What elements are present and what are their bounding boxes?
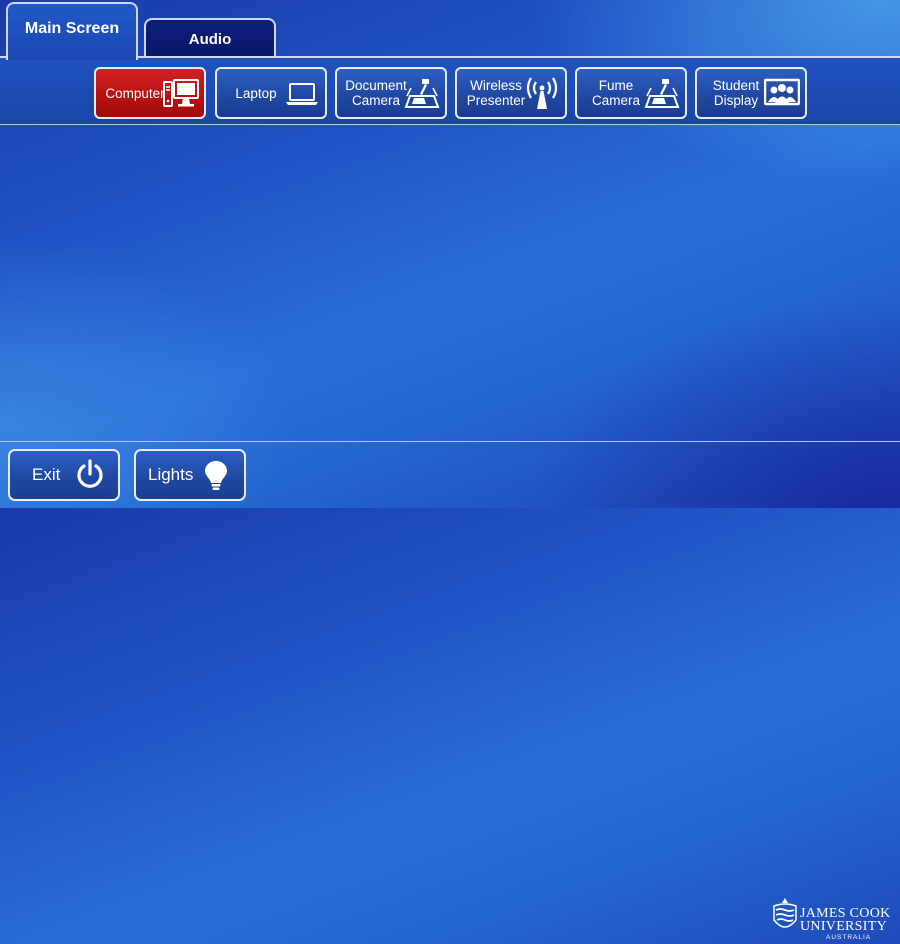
source-computer-label: Computer (105, 85, 165, 101)
lights-button[interactable]: Lights (134, 449, 246, 501)
fume-camera-icon (644, 76, 680, 112)
university-logo: JAMES COOK UNIVERSITY AUSTRALIA (770, 894, 890, 944)
bottom-bar: Exit Lights JAMES COOK UNIVERSITY AUSTRA… (0, 441, 900, 941)
source-bar: Computer Laptop Document Camera Wireless… (0, 58, 900, 125)
source-wireless-presenter-button[interactable]: Wireless Presenter (455, 67, 567, 119)
crest-icon (772, 898, 798, 934)
source-laptop-label: Laptop (235, 85, 277, 101)
tab-audio-label: Audio (188, 30, 232, 48)
power-icon (74, 459, 106, 491)
tab-main-screen-label: Main Screen (24, 20, 120, 37)
source-student-display-button[interactable]: Student Display (695, 67, 807, 119)
lightbulb-icon (200, 459, 232, 491)
logo-text-line2: UNIVERSITY (800, 919, 887, 934)
source-computer-button[interactable]: Computer (94, 67, 206, 119)
source-laptop-button[interactable]: Laptop (215, 67, 327, 119)
tab-audio[interactable]: Audio (144, 18, 276, 58)
lights-label: Lights (148, 465, 194, 484)
source-document-camera-button[interactable]: Document Camera (335, 67, 447, 119)
wireless-presenter-icon (524, 76, 560, 112)
exit-label: Exit (32, 465, 61, 484)
source-fume-camera-button[interactable]: Fume Camera (575, 67, 687, 119)
source-student-display-label: Student Display (712, 78, 760, 108)
document-camera-icon (404, 76, 440, 112)
logo-text-line3: AUSTRALIA (826, 934, 872, 941)
student-display-icon (764, 76, 800, 112)
computer-icon (163, 76, 199, 112)
source-fume-camera-label: Fume Camera (591, 78, 640, 108)
laptop-icon (284, 76, 320, 112)
source-document-camera-label: Document Camera (345, 78, 407, 108)
source-wireless-presenter-label: Wireless Presenter (466, 78, 526, 108)
tab-main-screen[interactable]: Main Screen (6, 2, 138, 60)
exit-button[interactable]: Exit (8, 449, 120, 501)
tab-bar: Main Screen Audio (0, 0, 900, 60)
